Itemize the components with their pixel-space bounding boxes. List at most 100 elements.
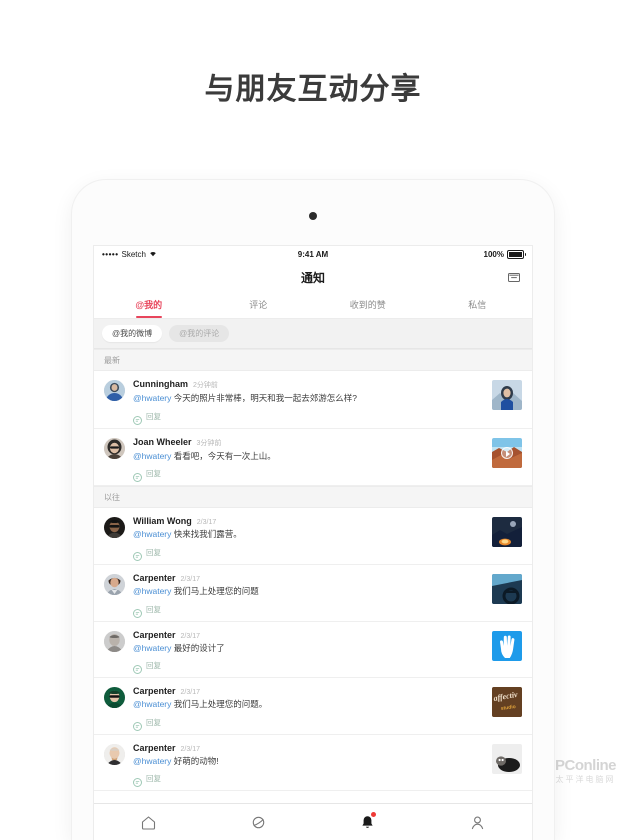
message-body: 今天的照片非常棒，明天和我一起去郊游怎么样? [173,393,358,403]
message-text: @hwatery 我们马上处理您的问题 [133,586,484,597]
list-item-header: Carpenter 2/3/17 [133,573,484,583]
battery-percent-label: 100% [483,249,504,259]
message-text: @hwatery 今天的照片非常棒，明天和我一起去郊游怎么样? [133,393,484,404]
media-thumbnail[interactable] [492,743,522,774]
media-thumbnail[interactable] [492,380,522,410]
reply-label: 回复 [146,469,161,479]
list-item[interactable]: William Wong 2/3/17 @hwatery 快来找我们露营。 回复 [94,508,532,565]
chip-my-comments[interactable]: @我的评论 [169,325,230,342]
reply-icon [133,661,142,675]
media-thumbnail[interactable] [492,517,522,548]
reply-label: 回复 [146,717,161,727]
list-item-header: Joan Wheeler 3分钟前 [133,437,484,448]
carrier-label: Sketch [121,249,146,259]
list-item[interactable]: Carpenter 2/3/17 @hwatery 我们马上处理您的问题 回复 [94,564,532,622]
notification-feed[interactable]: 最新 Cunningham 2分钟前 @hwatery 今天的照片非常棒，明天和… [94,349,532,798]
mention-link[interactable]: @hwatery [133,756,171,766]
mention-link[interactable]: @hwatery [133,529,171,539]
timestamp: 2分钟前 [193,382,218,389]
tab-messages[interactable]: 私信 [423,292,533,318]
list-item-body: Carpenter 2/3/17 @hwatery 好萌的动物! 回复 [125,742,492,788]
reply-button[interactable]: 回复 [133,547,484,561]
list-item-body: Carpenter 2/3/17 @hwatery 最好的设计了 回复 [125,629,492,675]
tab-mine[interactable]: @我的 [94,292,204,318]
reply-icon [133,774,142,788]
notification-badge [370,812,376,817]
reply-icon [133,469,142,483]
section-header-past: 以往 [94,486,532,509]
camera-dot [309,212,317,220]
reply-label: 回复 [146,604,161,614]
home-icon [142,815,156,830]
list-item-header: Cunningham 2分钟前 [133,379,484,390]
mention-link[interactable]: @hwatery [133,643,171,653]
message-body: 我们马上处理您的问题。 [173,699,268,710]
status-bar-time: 9:41 AM [297,249,329,259]
signal-dots-icon: ••••• [102,249,119,259]
list-item[interactable]: Joan Wheeler 3分钟前 @hwatery 看看吧，今天有一次上山。 … [94,428,532,487]
author-name: Joan Wheeler [133,436,192,447]
notification-tabs: @我的 评论 收到的赞 私信 [94,292,532,319]
list-item-header: William Wong 2/3/17 [133,516,484,526]
reply-button[interactable]: 回复 [133,717,484,731]
list-item-header: Carpenter 2/3/17 [133,686,484,696]
reply-icon [133,718,142,731]
avatar [104,517,125,539]
media-thumbnail[interactable] [492,573,522,604]
timestamp: 2/3/17 [196,519,217,527]
message-body: 最好的设计了 [173,642,225,653]
reply-button[interactable]: 回复 [133,773,484,788]
chip-my-weibo[interactable]: @我的微博 [102,325,163,342]
author-name: Carpenter [133,629,176,640]
envelope-icon[interactable] [506,269,522,285]
tab-comments[interactable]: 评论 [204,292,314,318]
author-name: Carpenter [133,742,176,753]
media-thumbnail[interactable]: affectiv studio [492,687,522,718]
device-frame: ••••• Sketch 9:41 AM 100% 通知 @我的 评论 收到的赞… [72,180,554,840]
reply-button[interactable]: 回复 [133,660,484,675]
reply-button[interactable]: 回复 [133,604,484,618]
planet-icon [252,816,264,828]
author-name: Carpenter [133,572,176,583]
list-item-body: Carpenter 2/3/17 @hwatery 我们马上处理您的问题 回复 [125,573,492,618]
author-name: Carpenter [133,686,176,697]
mention-link[interactable]: @hwatery [133,393,171,403]
reply-label: 回复 [146,661,161,671]
list-item[interactable]: Carpenter 2/3/17 @hwatery 回复 [94,791,532,798]
reply-button[interactable]: 回复 [133,411,484,425]
list-item-body: Carpenter 2/3/17 @hwatery 我们马上处理您的问题。 回复 [125,686,492,731]
list-item[interactable]: Carpenter 2/3/17 @hwatery 我们马上处理您的问题。 回复 [94,678,532,735]
timestamp: 3分钟前 [196,439,222,447]
reply-label: 回复 [146,774,161,784]
avatar [104,573,125,595]
device-screen: ••••• Sketch 9:41 AM 100% 通知 @我的 评论 收到的赞… [94,246,532,840]
avatar [104,380,125,401]
media-thumbnail[interactable] [492,630,522,661]
tab-likes[interactable]: 收到的赞 [313,292,423,318]
mention-link[interactable]: @hwatery [133,699,171,709]
message-text: @hwatery 最好的设计了 [133,643,484,654]
filter-chip-bar: @我的微博 @我的评论 [94,319,532,349]
media-thumbnail[interactable] [492,437,522,468]
app-navbar: 通知 [94,262,532,292]
list-item-body: Joan Wheeler 3分钟前 @hwatery 看看吧，今天有一次上山。 … [125,437,492,483]
list-item[interactable]: Cunningham 2分钟前 @hwatery 今天的照片非常棒，明天和我一起… [94,371,532,429]
mention-link[interactable]: @hwatery [133,586,171,596]
list-item[interactable]: Carpenter 2/3/17 @hwatery 最好的设计了 回复 [94,621,532,679]
author-name: Cunningham [133,379,188,389]
mention-link[interactable]: @hwatery [133,451,171,461]
message-text: @hwatery 好萌的动物! [133,756,484,767]
list-item[interactable]: Carpenter 2/3/17 @hwatery 好萌的动物! 回复 [94,734,532,792]
timestamp: 2/3/17 [180,745,200,753]
message-body: 我们马上处理您的问题 [173,585,259,596]
reply-label: 回复 [146,411,161,421]
wifi-icon [149,250,157,259]
reply-button[interactable]: 回复 [133,468,484,483]
play-icon[interactable] [501,446,513,459]
reply-icon [133,548,142,561]
reply-icon [133,412,142,425]
message-text: @hwatery 快来找我们露营。 [133,529,484,540]
status-bar-left: ••••• Sketch [102,250,157,259]
timestamp: 2/3/17 [180,632,200,640]
message-body: 好萌的动物! [173,755,219,766]
